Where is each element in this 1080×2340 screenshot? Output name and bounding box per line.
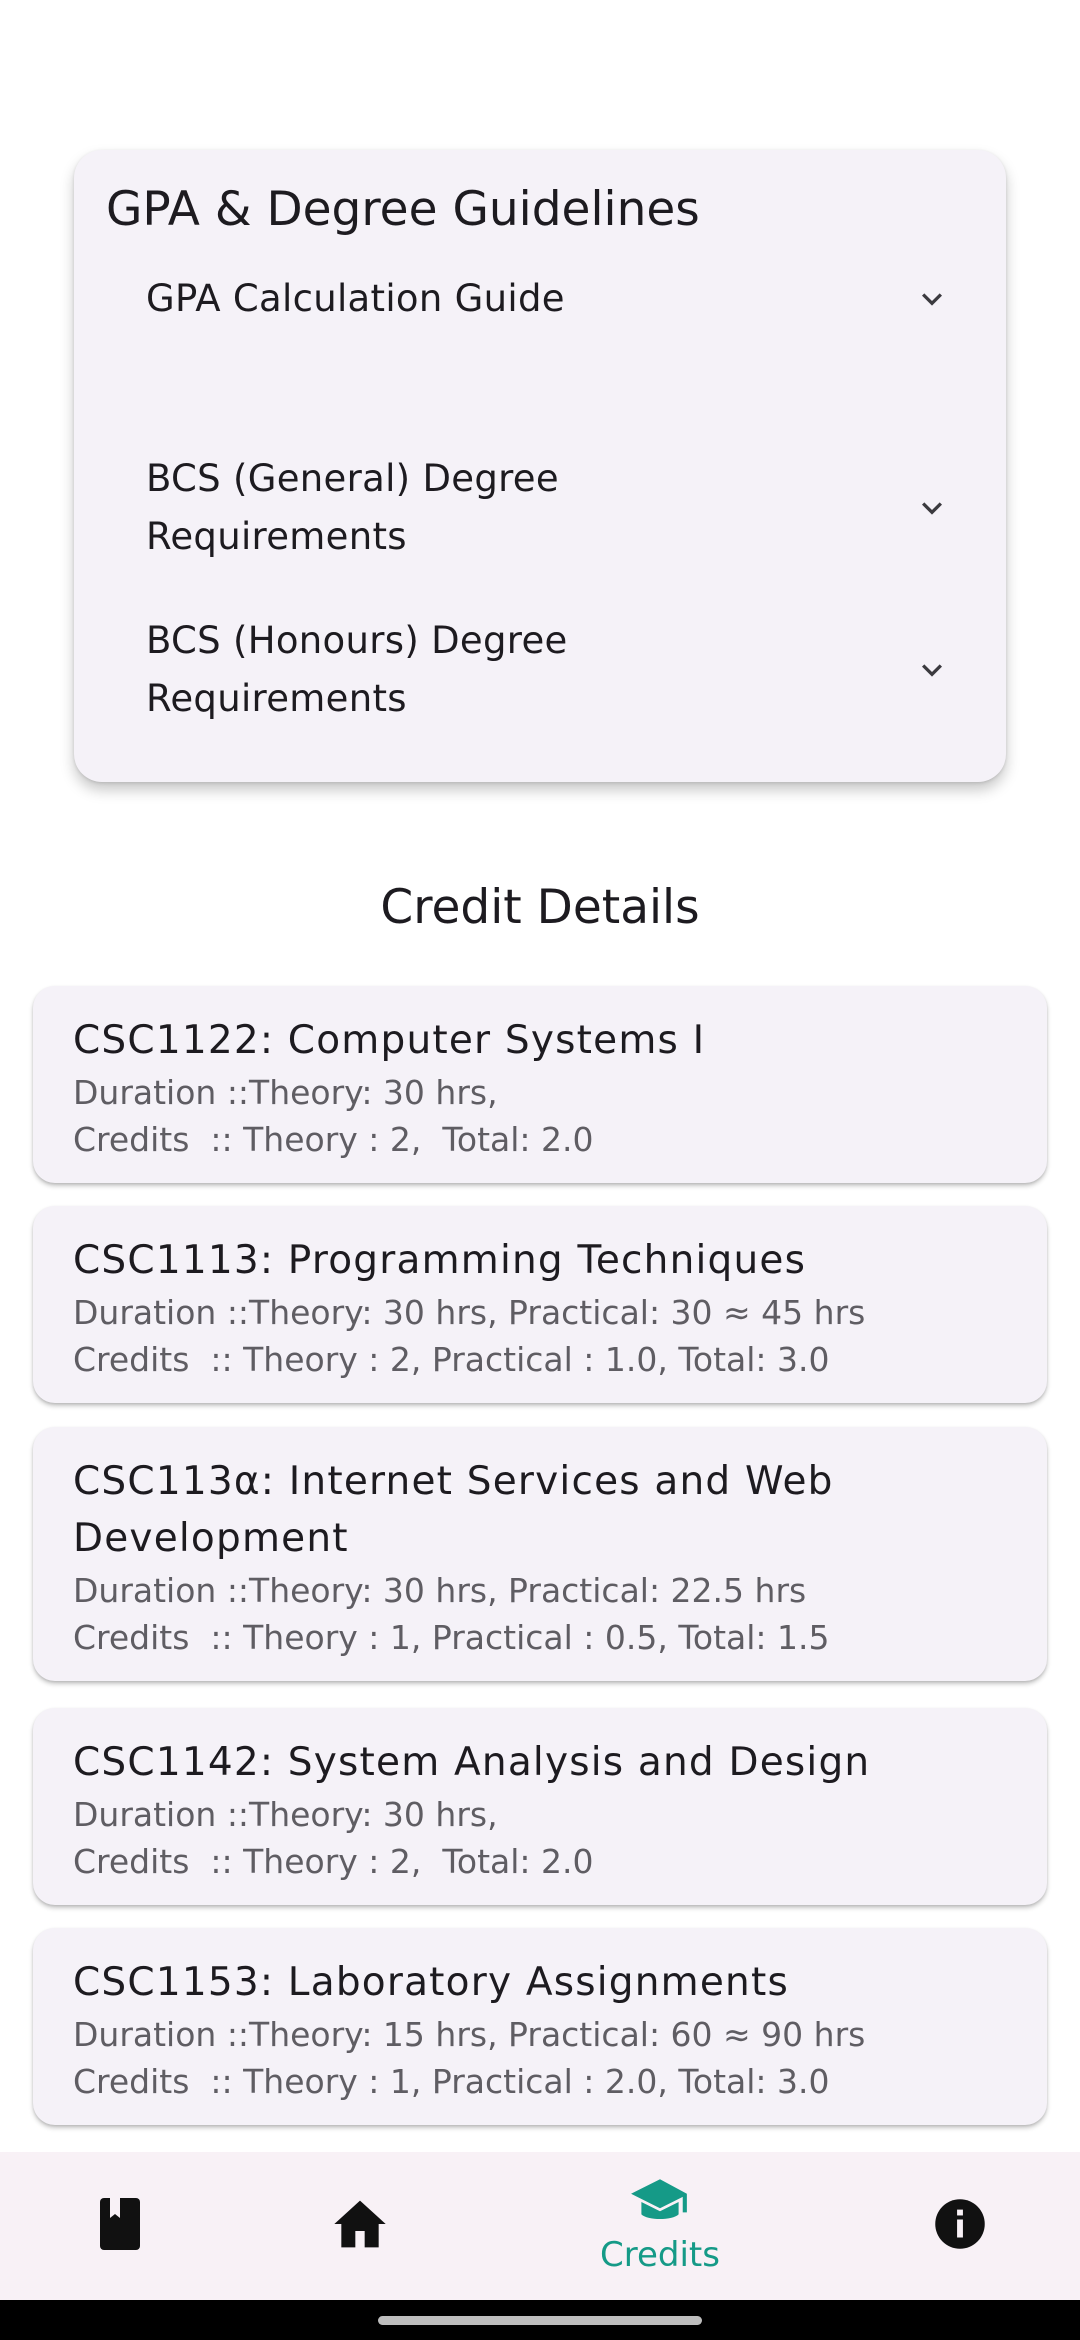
home-icon — [332, 2198, 388, 2254]
course-duration: Duration ::Theory: 30 hrs, — [73, 1795, 498, 1834]
course-title: CSC1122: Computer Systems I — [73, 1018, 706, 1063]
course-card[interactable]: CSC1142: System Analysis and Design Dura… — [33, 1708, 1047, 1905]
bottom-navigation-bar: Credits — [0, 2152, 1080, 2300]
course-duration: Duration ::Theory: 30 hrs, Practical: 22… — [73, 1571, 807, 1610]
chevron-down-icon — [908, 275, 956, 323]
course-title: CSC113α: Internet Services and Web Devel… — [73, 1459, 834, 1561]
course-credits: Credits :: Theory : 2, Total: 2.0 — [73, 1120, 594, 1159]
course-credits: Credits :: Theory : 1, Practical : 0.5, … — [73, 1618, 830, 1657]
bcs-general-requirements-item[interactable]: BCS (General) Degree Requirements — [146, 450, 966, 566]
course-credits: Credits :: Theory : 2, Practical : 1.0, … — [73, 1340, 830, 1379]
system-navigation-bar — [0, 2300, 1080, 2340]
bcs-honours-requirements-item[interactable]: BCS (Honours) Degree Requirements — [146, 612, 966, 728]
course-credits: Credits :: Theory : 1, Practical : 2.0, … — [73, 2062, 830, 2101]
gpa-calculation-guide-item[interactable]: GPA Calculation Guide — [146, 270, 966, 328]
course-duration: Duration ::Theory: 15 hrs, Practical: 60… — [73, 2015, 866, 2054]
nav-item-book[interactable] — [0, 2152, 240, 2300]
nav-label-credits: Credits — [600, 2235, 720, 2275]
nav-item-credits[interactable]: Credits — [540, 2152, 780, 2300]
guide-item-label: GPA Calculation Guide — [146, 277, 565, 320]
course-title: CSC1142: System Analysis and Design — [73, 1740, 871, 1785]
gesture-handle[interactable] — [378, 2316, 702, 2325]
course-card[interactable]: CSC1153: Laboratory Assignments Duration… — [33, 1928, 1047, 2125]
course-card[interactable]: CSC113α: Internet Services and Web Devel… — [33, 1427, 1047, 1681]
course-card[interactable]: CSC1122: Computer Systems I Duration ::T… — [33, 986, 1047, 1183]
guidelines-card: GPA & Degree Guidelines GPA Calculation … — [74, 150, 1006, 782]
course-card[interactable]: CSC1113: Programming Techniques Duration… — [33, 1206, 1047, 1403]
book-icon — [94, 2196, 146, 2256]
credit-details-title: Credit Details — [380, 880, 700, 935]
course-duration: Duration ::Theory: 30 hrs, Practical: 30… — [73, 1293, 866, 1332]
course-title: CSC1153: Laboratory Assignments — [73, 1960, 789, 2005]
chevron-down-icon — [908, 484, 956, 532]
guide-item-label: BCS (Honours) Degree Requirements — [146, 619, 568, 720]
course-duration: Duration ::Theory: 30 hrs, — [73, 1073, 498, 1112]
nav-item-info[interactable] — [840, 2152, 1080, 2300]
guidelines-title: GPA & Degree Guidelines — [106, 182, 700, 237]
guide-item-label: BCS (General) Degree Requirements — [146, 457, 559, 558]
course-credits: Credits :: Theory : 2, Total: 2.0 — [73, 1842, 594, 1881]
graduation-cap-icon — [629, 2177, 691, 2231]
info-icon — [933, 2197, 987, 2255]
chevron-down-icon — [908, 646, 956, 694]
status-bar — [0, 0, 1080, 96]
course-title: CSC1113: Programming Techniques — [73, 1238, 807, 1283]
nav-item-home[interactable] — [240, 2152, 480, 2300]
